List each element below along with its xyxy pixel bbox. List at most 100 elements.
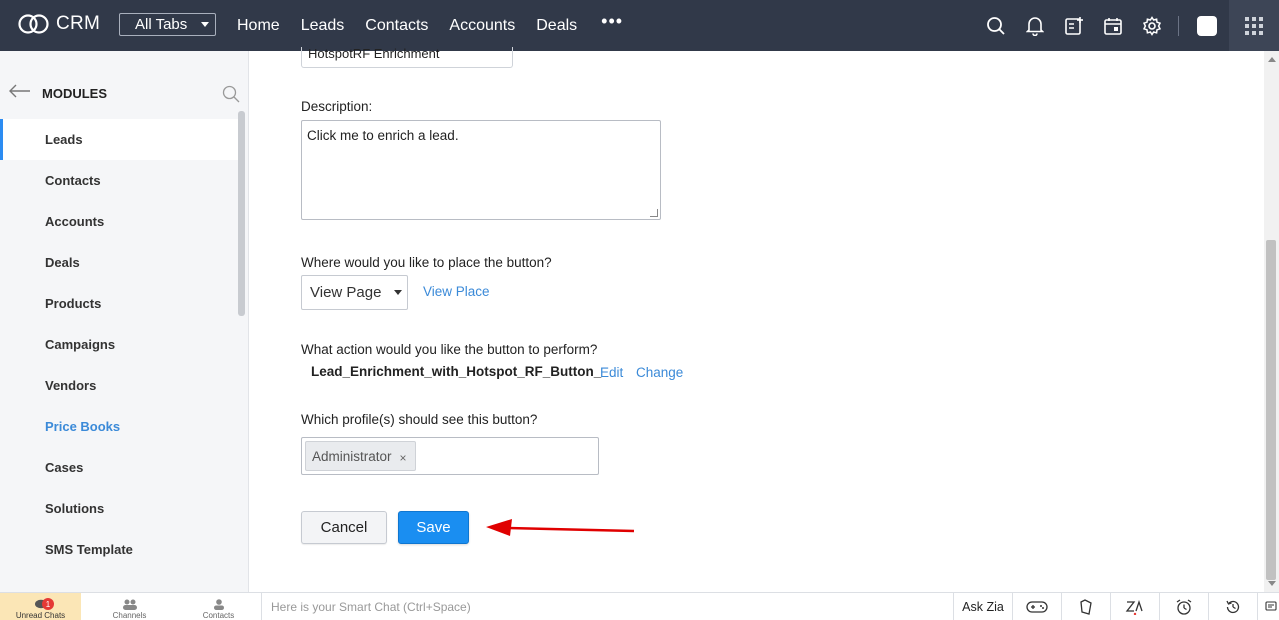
calendar-icon (1103, 17, 1122, 35)
gamepad-icon (1026, 601, 1048, 613)
top-navigation-bar: CRM All Tabs Home Leads Contacts Account… (0, 0, 1279, 51)
unread-count-badge: 1 (42, 598, 54, 610)
resize-handle[interactable] (650, 209, 658, 217)
person-icon (213, 599, 224, 610)
placement-select[interactable]: View Page (301, 275, 408, 310)
chat-window-icon (1265, 601, 1277, 611)
history-button[interactable] (1209, 593, 1258, 620)
modules-title: MODULES (42, 86, 107, 101)
nav-contacts[interactable]: Contacts (365, 17, 428, 35)
modules-list: Leads Contacts Accounts Deals Products C… (0, 119, 238, 570)
user-menu[interactable] (1185, 0, 1229, 51)
alarm-button[interactable] (1160, 593, 1209, 620)
chevron-down-icon (201, 22, 210, 27)
placement-value: View Page (310, 284, 382, 301)
cancel-button[interactable]: Cancel (301, 511, 387, 544)
zia-button[interactable] (1111, 593, 1160, 620)
remove-chip-icon[interactable]: × (400, 451, 407, 465)
channels-tab[interactable]: Channels (86, 593, 173, 620)
nav-accounts[interactable]: Accounts (449, 17, 515, 35)
back-arrow-icon[interactable] (9, 84, 31, 98)
edit-link[interactable]: Edit (600, 365, 623, 380)
view-place-link[interactable]: View Place (423, 284, 490, 299)
scrollbar-thumb[interactable] (1266, 240, 1276, 580)
bell-icon (1025, 16, 1044, 36)
sidebar-scrollbar[interactable] (238, 111, 245, 316)
contacts-tab[interactable]: Contacts (175, 593, 262, 620)
search-icon[interactable] (222, 85, 240, 103)
action-label: What action would you like the button to… (301, 342, 598, 357)
smart-chat-input[interactable]: Here is your Smart Chat (Ctrl+Space) (261, 593, 954, 620)
profiles-multiselect[interactable]: Administrator × (301, 437, 599, 475)
calendar-button[interactable] (1093, 0, 1132, 51)
description-textarea[interactable]: Click me to enrich a lead. (301, 120, 661, 220)
profiles-label: Which profile(s) should see this button? (301, 412, 538, 427)
sidebar-item-vendors[interactable]: Vendors (0, 365, 238, 406)
sidebar-item-accounts[interactable]: Accounts (0, 201, 238, 242)
all-tabs-dropdown[interactable]: All Tabs (119, 13, 216, 36)
history-icon (1226, 600, 1240, 614)
sidebar-item-price-books[interactable]: Price Books (0, 406, 238, 447)
more-tabs-button[interactable]: ••• (601, 11, 623, 32)
contacts-label: Contacts (202, 611, 235, 620)
notes-button[interactable] (1062, 593, 1111, 620)
description-text: Click me to enrich a lead. (307, 128, 459, 143)
channels-label: Channels (112, 611, 147, 620)
unread-chats-label: Unread Chats (15, 611, 66, 620)
profile-chip-label: Administrator (312, 448, 392, 464)
settings-button[interactable] (1132, 0, 1171, 51)
zoho-logo-icon (18, 14, 49, 34)
scroll-down-icon[interactable] (1268, 581, 1276, 586)
save-button[interactable]: Save (398, 511, 469, 544)
scroll-up-icon[interactable] (1268, 57, 1276, 62)
description-label: Description: (301, 99, 373, 114)
ask-zia-button[interactable]: Ask Zia (954, 593, 1013, 620)
annotation-arrow-icon (486, 519, 635, 536)
button-settings-form: HotspotRF Enrichment Description: Click … (250, 47, 1264, 592)
app-name: CRM (56, 13, 101, 34)
add-note-button[interactable] (1054, 0, 1093, 51)
apps-grid-button[interactable] (1229, 0, 1279, 51)
add-note-icon (1064, 16, 1083, 35)
top-icons (976, 0, 1279, 51)
divider (1171, 0, 1185, 51)
alarm-clock-icon (1176, 599, 1192, 615)
page-scrollbar[interactable] (1264, 51, 1279, 592)
avatar (1197, 15, 1217, 36)
chat-window-button[interactable] (1258, 593, 1279, 620)
nav-leads[interactable]: Leads (301, 17, 345, 35)
search-icon (986, 16, 1005, 35)
modules-sidebar: MODULES Leads Contacts Accounts Deals Pr… (0, 51, 249, 592)
sidebar-item-campaigns[interactable]: Campaigns (0, 324, 238, 365)
modules-header: MODULES (0, 51, 249, 119)
sidebar-item-contacts[interactable]: Contacts (0, 160, 238, 201)
chevron-down-icon (394, 290, 403, 295)
button-name-input[interactable]: HotspotRF Enrichment (301, 47, 513, 68)
group-icon (122, 599, 137, 610)
change-link[interactable]: Change (636, 365, 683, 380)
sidebar-item-leads[interactable]: Leads (0, 119, 238, 160)
sidebar-item-solutions[interactable]: Solutions (0, 488, 238, 529)
gamepad-button[interactable] (1013, 593, 1062, 620)
phone-icon (1080, 599, 1092, 615)
main-nav: Home Leads Contacts Accounts Deals ••• (237, 0, 623, 51)
sidebar-item-sms-template[interactable]: SMS Template (0, 529, 238, 570)
sidebar-item-deals[interactable]: Deals (0, 242, 238, 283)
zia-icon (1125, 599, 1143, 615)
sidebar-item-products[interactable]: Products (0, 283, 238, 324)
search-button[interactable] (976, 0, 1015, 51)
sidebar-item-cases[interactable]: Cases (0, 447, 238, 488)
nav-deals[interactable]: Deals (536, 17, 577, 35)
nav-home[interactable]: Home (237, 17, 280, 35)
unread-chats-tab[interactable]: 1 Unread Chats (0, 593, 81, 620)
all-tabs-label: All Tabs (135, 16, 188, 33)
crm-logo[interactable]: CRM (18, 12, 100, 36)
placement-label: Where would you like to place the button… (301, 255, 552, 270)
bottom-tools: Ask Zia (954, 593, 1279, 620)
apps-grid-icon (1245, 16, 1263, 35)
chat-bottom-bar: 1 Unread Chats Channels Contacts Here is… (0, 592, 1279, 620)
action-function-name: Lead_Enrichment_with_Hotspot_RF_Button_ (311, 364, 602, 379)
notifications-button[interactable] (1015, 0, 1054, 51)
profile-chip: Administrator × (305, 441, 416, 471)
gear-icon (1142, 15, 1161, 36)
